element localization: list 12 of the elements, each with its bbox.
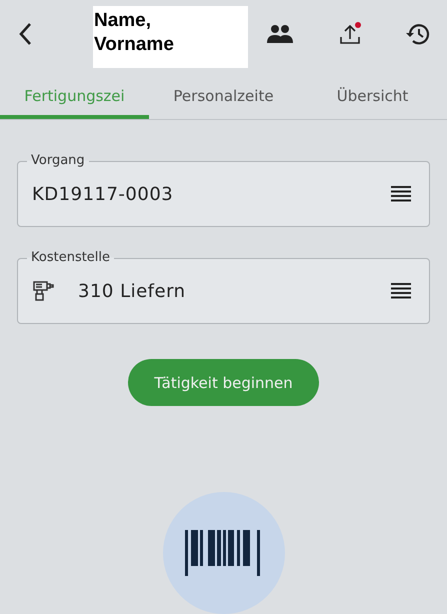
start-activity-button[interactable]: Tätigkeit beginnen xyxy=(128,359,319,406)
barcode-icon xyxy=(184,530,262,576)
tab[interactable]: Übersicht xyxy=(298,68,447,119)
list-icon[interactable] xyxy=(391,283,411,299)
field-value: 310 Liefern xyxy=(78,280,187,302)
drill-icon xyxy=(32,279,56,303)
list-icon[interactable] xyxy=(391,186,411,202)
user-name: Name, Vorname xyxy=(93,6,248,68)
field-label: Vorgang xyxy=(27,152,89,169)
field-value: KD19117-0003 xyxy=(32,184,174,204)
tab[interactable]: Personalzeite xyxy=(149,68,298,119)
back-icon[interactable] xyxy=(18,22,32,46)
